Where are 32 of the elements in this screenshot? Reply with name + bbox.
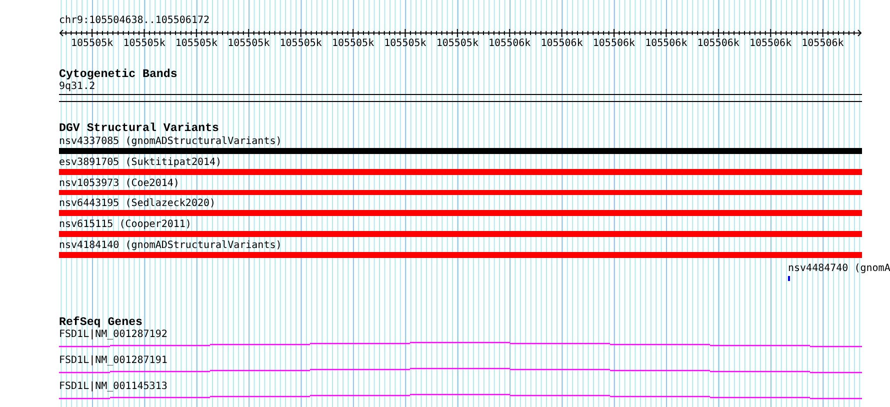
ruler-label: 105506k (749, 38, 792, 49)
gene-label: FSD1L|NM_001145313 (59, 381, 168, 394)
ruler-label: 105505k (436, 38, 478, 49)
variant-label: nsv4184140 (gnomADStructuralVariants) (59, 240, 282, 252)
band-label: 9q31.2 (59, 80, 96, 93)
variant-bar[interactable] (59, 148, 862, 154)
ruler-label: 105506k (488, 38, 531, 49)
variant-label: nsv4337085 (gnomADStructuralVariants) (59, 136, 282, 148)
gene-label: FSD1L|NM_001287191 (59, 355, 168, 368)
ruler-label: 105506k (645, 38, 688, 49)
variant-label: nsv1053973 (Coe2014) (59, 178, 180, 190)
variant-label: nsv6443195 (Sedlazeck2020) (59, 198, 216, 210)
ruler-label: 105505k (71, 38, 114, 49)
track-title: Cytogenetic Bands (59, 68, 178, 81)
variant-label: esv3891705 (Suktitipat2014) (59, 156, 222, 169)
ruler-label: 105505k (175, 38, 218, 49)
gene-label: FSD1L|NM_001287192 (59, 329, 168, 342)
ruler-label: 105505k (228, 38, 270, 49)
track-title: DGV Structural Variants (59, 122, 220, 135)
ruler-label: 105505k (332, 38, 374, 49)
ruler-label: 105505k (280, 38, 322, 49)
variant-mark[interactable] (788, 276, 790, 282)
track-title: RefSeq Genes (59, 317, 142, 330)
ruler-label: 105505k (123, 38, 166, 49)
ruler-label: 105506k (697, 38, 740, 49)
location-text: chr9:105504638..105506172 (59, 15, 210, 27)
ruler-label: 105506k (802, 38, 844, 49)
ruler-label: 105505k (384, 38, 426, 49)
variant-label: nsv615115 (Cooper2011) (59, 219, 192, 232)
ruler-label: 105506k (592, 38, 636, 49)
ruler-label: 105506k (540, 38, 583, 49)
variant-label: nsv4484740 (gnomA (788, 263, 890, 276)
